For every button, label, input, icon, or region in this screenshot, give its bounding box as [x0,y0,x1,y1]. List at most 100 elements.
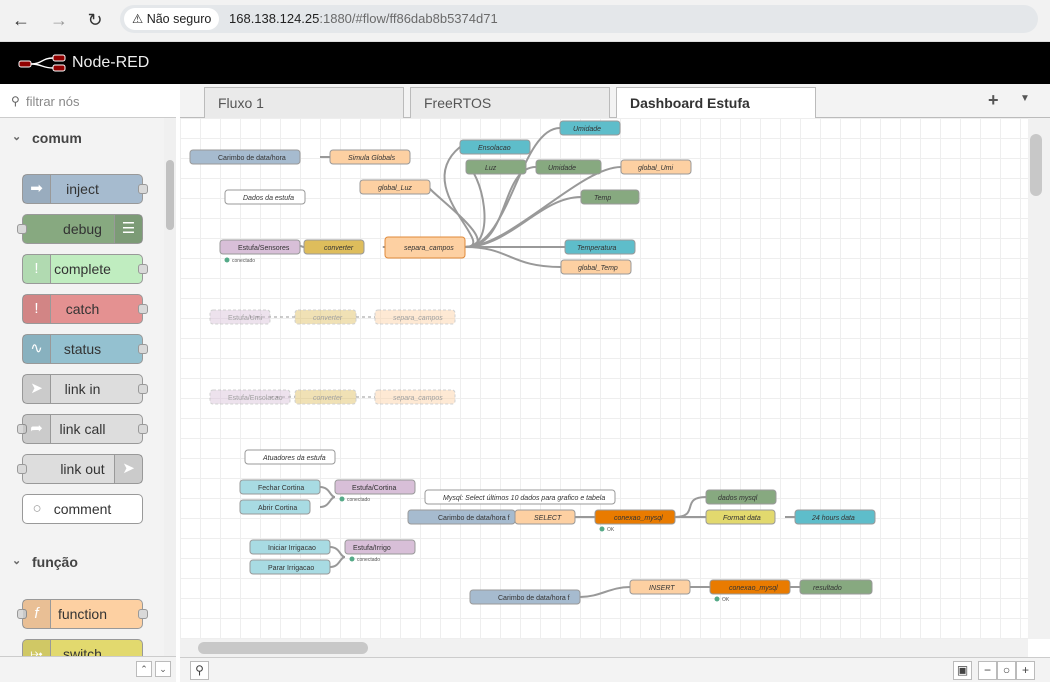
add-flow-icon[interactable]: + [988,90,999,111]
flow-workspace[interactable]: Carimbo de data/hora Simula Globals Dado… [180,118,1028,639]
output-port[interactable] [138,384,148,394]
flow-node-gauge[interactable]: Umidade [559,120,621,136]
flow-node-function[interactable]: separa_campos [384,236,466,259]
flow-node-function[interactable]: global_Temp [560,259,632,275]
pulse-icon: ∿ [23,335,51,363]
category-comum-header[interactable]: ⌄ comum [0,120,162,154]
input-port[interactable] [17,224,27,234]
flow-node-mqtt-in-disabled[interactable]: Estufa/Ensolacao [209,389,291,405]
flow-node-debug[interactable]: Luz [465,159,527,175]
palette-node-inject[interactable]: ➡ inject [22,174,148,204]
flow-node-inject[interactable]: Carimbo de data/hora f [407,509,516,525]
status-text: OK [607,527,615,533]
flow-menu-chevron-icon[interactable]: ▼ [1020,93,1030,104]
flow-node-function-disabled[interactable]: separa_campos [374,309,456,325]
flow-node-mqtt-out[interactable]: Estufa/Cortina conectado [334,479,416,503]
flow-node-comment[interactable]: Mysql: Select últimos 10 dados para graf… [424,489,616,505]
search-icon[interactable]: ⚲ [190,661,209,680]
flow-node-debug[interactable]: Umidade [535,159,602,175]
flow-node-function[interactable]: Simula Globals [329,149,411,165]
zoom-out-icon[interactable]: − [978,661,997,680]
forward-arrow-icon[interactable]: → [46,8,72,34]
output-port[interactable] [138,264,148,274]
workspace-vertical-scrollbar[interactable] [1028,118,1050,639]
zoom-reset-icon[interactable]: ○ [997,661,1016,680]
flow-node-change[interactable]: Format data [705,509,776,525]
security-chip[interactable]: ⚠ Não seguro [124,8,220,30]
output-port[interactable] [138,344,148,354]
output-port[interactable] [138,424,148,434]
output-port[interactable] [138,184,148,194]
input-port[interactable] [17,464,27,474]
reload-icon[interactable]: ↻ [82,8,108,34]
flow-node-function[interactable]: global_Luz [359,179,431,195]
palette-node-catch[interactable]: ! catch [22,294,148,324]
flow-node-debug[interactable]: dados mysql [705,489,777,505]
flow-node-button[interactable]: Abrir Cortina [239,499,311,515]
back-arrow-icon[interactable]: ← [8,8,34,34]
flow-node-mysql[interactable]: conexao_mysql OK [594,509,676,533]
node-label: Atuadores da estufa [262,455,326,462]
flow-node-json-disabled[interactable]: converter [294,309,357,325]
flow-node-comment[interactable]: Dados da estufa [224,189,306,205]
flow-node-json-disabled[interactable]: converter [294,389,357,405]
flow-node-inject[interactable]: Carimbo de data/hora f [469,589,581,605]
palette-node-link-out[interactable]: link out ➤ [17,454,143,484]
flow-node-button[interactable]: Iniciar Irrigacao [249,539,331,555]
palette-filter-input[interactable]: filtrar nós [0,84,176,118]
palette-node-switch[interactable]: ⤠ switch [22,639,143,656]
flow-canvas[interactable]: Carimbo de data/hora Simula Globals Dado… [180,118,1028,639]
palette-node-link-call[interactable]: ➦ link call [17,414,148,444]
collapse-all-icon[interactable]: ⌃ [136,661,152,677]
flow-node-button[interactable]: Parar Irrigacao [249,559,331,575]
node-label: converter [324,245,354,252]
flow-node-button[interactable]: Fechar Cortina [239,479,321,495]
vertical-scroll-thumb[interactable] [1030,134,1042,196]
category-funcao-header[interactable]: ⌄ função [0,544,162,578]
flow-node-mqtt-in-disabled[interactable]: Estufa/Umi [209,309,271,325]
flow-node-debug[interactable]: Temp [580,189,640,205]
flow-node-json[interactable]: converter [303,239,365,255]
expand-all-icon[interactable]: ⌄ [155,661,171,677]
zoom-in-icon[interactable]: + [1016,661,1035,680]
flow-node-comment[interactable]: Atuadores da estufa [244,449,336,465]
workspace-horizontal-scrollbar[interactable] [180,639,1028,657]
palette-node-comment[interactable]: ○ comment [22,494,143,524]
node-red-logo-icon [18,54,66,72]
flow-node-inject[interactable]: Carimbo de data/hora [189,149,301,165]
palette-node-function[interactable]: f function [17,599,148,629]
flow-node-function[interactable]: SELECT [514,509,576,525]
flow-node-gauge[interactable]: Ensolacao [459,139,531,155]
flow-node-function[interactable]: global_Umi [620,159,692,175]
palette-scroll-thumb[interactable] [166,160,174,230]
output-port[interactable] [138,609,148,619]
tab-freertos[interactable]: FreeRTOS [410,87,610,118]
palette-node-debug[interactable]: debug ☰ [17,214,143,244]
flow-node-debug[interactable]: resultado [799,579,873,595]
url-text[interactable]: 168.138.124.25:1880/#flow/ff86dab8b5374d… [229,11,498,26]
tab-dashboard-estufa[interactable]: Dashboard Estufa [616,87,816,119]
palette-node-status[interactable]: ∿ status [22,334,148,364]
flow-node-mqtt-in[interactable]: Estufa/Sensores conectado [219,239,301,264]
palette-node-complete[interactable]: ! complete [22,254,148,284]
node-label: switch [63,646,102,656]
palette-scrollbar[interactable] [164,118,176,682]
flow-node-function[interactable]: INSERT [629,579,691,595]
security-label: Não seguro [146,12,212,26]
horizontal-scroll-thumb[interactable] [198,642,368,654]
flow-node-chart[interactable]: 24 hours data [794,509,876,525]
flow-node-mysql[interactable]: conexao_mysql OK [709,579,791,603]
flow-node-gauge[interactable]: Temperatura [564,239,636,255]
map-icon[interactable]: ▣ [953,661,972,680]
palette-node-link-in[interactable]: ➤ link in [22,374,148,404]
output-port[interactable] [138,304,148,314]
node-label: Umidade [573,126,601,133]
tab-fluxo-1[interactable]: Fluxo 1 [204,87,404,118]
node-label: status [63,341,102,357]
address-bar[interactable]: ⚠ Não seguro 168.138.124.25:1880/#flow/f… [120,5,1038,33]
flow-nodes[interactable]: Carimbo de data/hora Simula Globals Dado… [189,120,876,605]
node-label: converter [313,395,343,402]
node-label: comment [53,501,112,517]
flow-node-function-disabled[interactable]: separa_campos [374,389,456,405]
flow-node-mqtt-out[interactable]: Estufa/Irrigo conectado [344,539,416,563]
